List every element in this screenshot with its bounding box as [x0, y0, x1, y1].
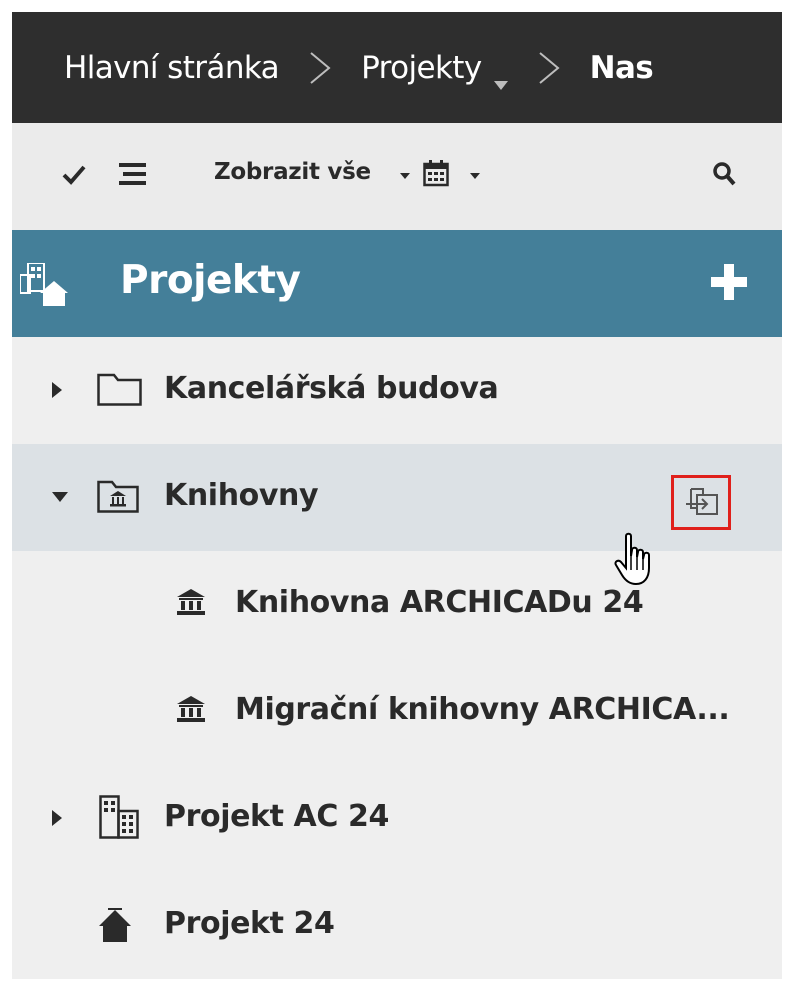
filter-dropdown[interactable]: Zobrazit vše — [214, 159, 371, 185]
tree-item-knihovny[interactable]: Knihovny — [12, 444, 782, 551]
tree-item-knihovna-archicadu[interactable]: Knihovna ARCHICADu 24 — [12, 551, 782, 658]
library-folder-icon — [97, 480, 139, 513]
toolbar: Zobrazit vše — [12, 123, 782, 230]
plus-icon[interactable] — [709, 260, 749, 304]
tree-item-label: Knihovny — [164, 478, 319, 513]
check-icon[interactable] — [62, 165, 86, 185]
house-icon — [99, 908, 131, 942]
caret-down-icon[interactable] — [52, 492, 68, 502]
move-to-button[interactable] — [671, 475, 731, 530]
folder-icon — [97, 373, 142, 406]
breadcrumb-home[interactable]: Hlavní stránka — [64, 50, 280, 86]
tree-item-label: Knihovna ARCHICADu 24 — [235, 585, 644, 620]
section-header: Projekty — [12, 230, 782, 337]
tree-item-label: Kancelářská budova — [164, 371, 499, 406]
building-icon — [99, 795, 139, 839]
caret-down-icon[interactable] — [470, 173, 480, 180]
library-building-icon — [177, 589, 205, 615]
chevron-right-icon — [531, 50, 567, 86]
breadcrumb-current[interactable]: Nas — [590, 50, 654, 86]
breadcrumb-projects[interactable]: Projekty — [361, 50, 482, 86]
calendar-icon[interactable] — [423, 160, 449, 187]
tree-item-kancelarska-budova[interactable]: Kancelářská budova — [12, 337, 782, 444]
caret-down-icon[interactable] — [400, 173, 410, 180]
tree-item-label: Migrační knihovny ARCHICA... — [235, 692, 730, 727]
tree-item-projekt-24[interactable]: Projekt 24 — [12, 872, 782, 979]
tree-item-label: Projekt 24 — [164, 906, 335, 941]
tree-item-label: Projekt AC 24 — [164, 799, 389, 834]
library-building-icon — [177, 696, 205, 722]
chevron-right-icon — [302, 50, 338, 86]
move-icon — [686, 488, 718, 515]
search-icon[interactable] — [712, 161, 736, 186]
list-icon[interactable] — [119, 163, 146, 185]
project-navigator: Hlavní stránka Projekty Nas Zobrazit vše — [12, 12, 782, 985]
section-title: Projekty — [120, 258, 301, 303]
breadcrumb: Hlavní stránka Projekty Nas — [12, 12, 782, 123]
tree-item-migracni-knihovny[interactable]: Migrační knihovny ARCHICA... — [12, 658, 782, 765]
hand-cursor-icon — [614, 532, 650, 586]
caret-down-icon[interactable] — [493, 63, 508, 90]
caret-right-icon[interactable] — [52, 382, 62, 398]
caret-right-icon[interactable] — [52, 810, 62, 826]
projects-icon — [20, 263, 68, 306]
tree-item-projekt-ac-24[interactable]: Projekt AC 24 — [12, 765, 782, 872]
